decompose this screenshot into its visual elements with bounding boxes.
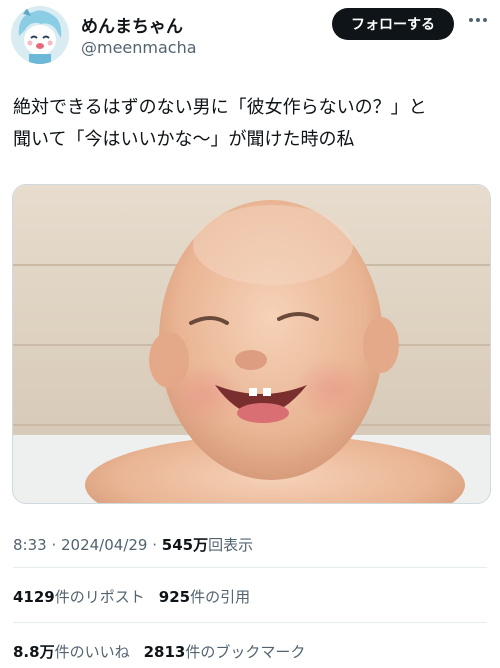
avatar[interactable] (11, 6, 69, 64)
quotes-stat[interactable]: 925件の引用 (159, 586, 250, 607)
likes-label: 件のいいね (54, 643, 130, 661)
tweet-text: 絶対できるはずのない男に「彼女作らないの？」と 聞いて「今はいいかな〜」が聞けた… (13, 92, 491, 156)
user-handle[interactable]: @meenmacha (81, 38, 197, 57)
reposts-stat[interactable]: 4129件のリポスト (13, 586, 145, 607)
anime-character-avatar-icon (11, 6, 69, 64)
tweet-meta: 8:33 · 2024/04/29 · 545万回表示 (13, 534, 253, 555)
divider (13, 567, 487, 568)
stats-row-likes: 8.8万件のいいね 2813件のブックマーク (13, 641, 319, 662)
tweet-time[interactable]: 8:33 (13, 536, 47, 554)
display-name[interactable]: めんまちゃん (81, 12, 183, 37)
tweet-date[interactable]: 2024/04/29 (61, 536, 147, 554)
views-count: 545万 (161, 536, 209, 554)
bookmarks-stat[interactable]: 2813件のブックマーク (144, 641, 306, 662)
stats-row-reposts: 4129件のリポスト 925件の引用 (13, 586, 264, 607)
tweet-text-line: 聞いて「今はいいかな〜」が聞けた時の私 (13, 129, 355, 150)
separator: · (46, 536, 61, 554)
likes-stat[interactable]: 8.8万件のいいね (13, 641, 130, 662)
separator: · (147, 536, 162, 554)
divider (13, 622, 487, 623)
follow-button[interactable]: フォローする (332, 8, 454, 40)
more-horizontal-icon[interactable] (466, 8, 490, 32)
likes-count: 8.8万 (13, 643, 55, 661)
tweet-header: めんまちゃん @meenmacha フォローする (0, 0, 500, 70)
bookmarks-label: 件のブックマーク (185, 643, 306, 661)
tweet-image[interactable] (12, 184, 491, 504)
reposts-label: 件のリポスト (54, 588, 145, 606)
quotes-label: 件の引用 (190, 588, 251, 606)
reposts-count: 4129 (13, 588, 55, 606)
tweet-text-line: 絶対できるはずのない男に「彼女作らないの？」と (13, 97, 427, 118)
quotes-count: 925 (158, 588, 191, 606)
views-label: 回表示 (208, 536, 254, 554)
bookmarks-count: 2813 (143, 643, 186, 661)
laughing-baby-photo (13, 185, 490, 503)
